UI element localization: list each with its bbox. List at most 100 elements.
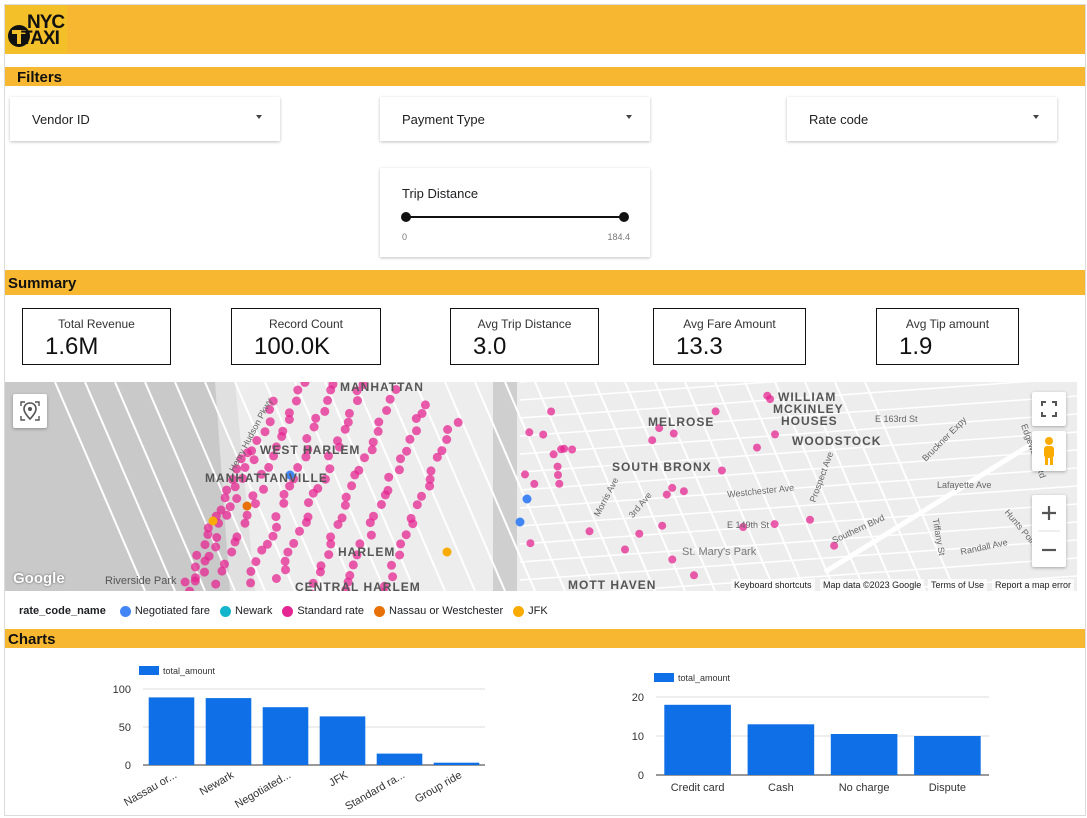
trip-dot: [324, 550, 334, 560]
rate-code-bar-chart: total_amount 0 50 100 Nassau or... Newark Nego…: [105, 657, 495, 815]
charts-title: Charts: [8, 631, 56, 648]
trip-dot: [365, 518, 375, 528]
street-view-pegman-button[interactable]: [1032, 431, 1066, 471]
map-street-label: St. Mary's Park: [682, 546, 757, 558]
map-place-label: HOUSES: [781, 414, 838, 428]
trip-dot: [340, 424, 350, 434]
bar[interactable]: [205, 698, 252, 765]
slider-max-handle[interactable]: [619, 212, 629, 222]
trip-map[interactable]: MANHATTAN WEST HARLEM MANHATTANVILLE HAR…: [5, 382, 1077, 591]
trip-dot: [387, 560, 396, 570]
chevron-down-icon: [256, 115, 262, 119]
trip-dot: [411, 414, 421, 423]
kpi-avg-trip-distance: Avg Trip Distance 3.0: [450, 308, 599, 365]
trip-dot: [526, 539, 535, 548]
terms-of-use-link[interactable]: Terms of Use: [928, 579, 988, 591]
legend-item[interactable]: Standard rate: [282, 605, 364, 617]
trip-dot: [295, 526, 304, 536]
legend-title: rate_code_name: [19, 605, 106, 617]
y-tick-label: 100: [113, 684, 131, 696]
trip-dot: [257, 545, 267, 555]
kpi-title: Avg Fare Amount: [683, 317, 776, 331]
trip-dot: [301, 517, 311, 527]
trip-dot: [690, 571, 698, 580]
trip-distance-track[interactable]: [406, 216, 624, 218]
trip-dot: [311, 413, 321, 423]
report-map-error-link[interactable]: Report a map error: [992, 579, 1075, 591]
trip-dot: [662, 490, 671, 499]
map-place-label: WOODSTOCK: [792, 434, 882, 448]
trip-dot: [717, 466, 726, 475]
map-place-label: MANHATTAN: [340, 382, 424, 394]
kpi-title: Record Count: [268, 317, 344, 331]
trip-dot: [426, 466, 436, 476]
legend-label: Nassau or Westchester: [389, 605, 504, 617]
map-fullscreen-button[interactable]: [1032, 392, 1066, 426]
summary-title: Summary: [8, 275, 77, 292]
keyboard-shortcuts-link[interactable]: Keyboard shortcuts: [731, 579, 815, 591]
kpi-avg-tip-amount: Avg Tip amount 1.9: [876, 308, 1019, 365]
trip-dot: [554, 471, 562, 479]
bar[interactable]: [830, 734, 898, 775]
trip-dot: [525, 428, 534, 437]
trip-dot: [230, 537, 240, 547]
trip-dot: [753, 443, 761, 452]
bar[interactable]: [914, 736, 981, 775]
chevron-down-icon: [626, 115, 632, 119]
trip-dot: [309, 422, 319, 432]
bar[interactable]: [664, 704, 731, 775]
map-locate-button[interactable]: [13, 394, 47, 428]
slider-min-handle[interactable]: [401, 212, 411, 222]
trip-dot: [401, 530, 411, 540]
trip-dot: [412, 500, 422, 510]
vendor-id-dropdown[interactable]: Vendor ID: [10, 97, 280, 141]
trip-dot: [350, 470, 360, 480]
rate-code-dropdown[interactable]: Rate code: [787, 97, 1057, 141]
map-place-label: HARLEM: [338, 545, 396, 559]
legend-item[interactable]: Nassau or Westchester: [374, 605, 503, 617]
x-tick-label: Dispute: [929, 782, 966, 794]
trip-dot: [425, 481, 435, 491]
map-place-label: MELROSE: [648, 415, 715, 429]
bar[interactable]: [747, 724, 815, 775]
map-street-label: E 149th St: [727, 520, 770, 530]
kpi-value: 3.0: [473, 333, 507, 360]
trip-dot: [515, 517, 525, 527]
x-tick-label: No charge: [839, 782, 890, 794]
chevron-down-icon: [1033, 115, 1039, 119]
bar[interactable]: [319, 716, 366, 765]
bar[interactable]: [148, 697, 195, 765]
trip-dot: [308, 488, 318, 498]
trip-dot: [432, 452, 442, 462]
legend-dot: [119, 605, 131, 617]
trip-dot: [191, 573, 200, 583]
legend-item[interactable]: Newark: [220, 605, 272, 617]
y-tick-label: 10: [632, 731, 644, 743]
map-place-label: CENTRAL HARLEM: [295, 580, 421, 591]
summary-section-header: Summary: [5, 270, 1085, 295]
trip-dot: [373, 426, 383, 436]
bar[interactable]: [262, 707, 309, 765]
trip-dot: [300, 382, 310, 387]
trip-dot: [232, 494, 242, 503]
trip-dot: [368, 437, 378, 447]
legend-item[interactable]: Negotiated fare: [119, 605, 210, 617]
trip-dot: [344, 408, 354, 418]
trip-dot: [281, 565, 290, 575]
trip-dot: [568, 445, 577, 454]
map-place-label: SOUTH BRONX: [612, 460, 712, 474]
trip-dot: [259, 484, 268, 494]
trip-dot: [442, 547, 452, 557]
trip-dot: [200, 556, 210, 566]
trip-dot: [555, 479, 564, 488]
bar[interactable]: [433, 762, 480, 765]
street-line: [444, 382, 536, 591]
map-data-attribution: Map data ©2023 Google: [820, 579, 925, 591]
legend-item[interactable]: JFK: [513, 605, 548, 617]
trip-dot: [408, 519, 418, 529]
trip-dot: [280, 556, 290, 566]
bar[interactable]: [376, 753, 423, 765]
payment-type-dropdown[interactable]: Payment Type: [380, 97, 650, 141]
y-tick-label: 50: [119, 722, 131, 734]
kpi-title: Avg Trip Distance: [477, 317, 572, 331]
